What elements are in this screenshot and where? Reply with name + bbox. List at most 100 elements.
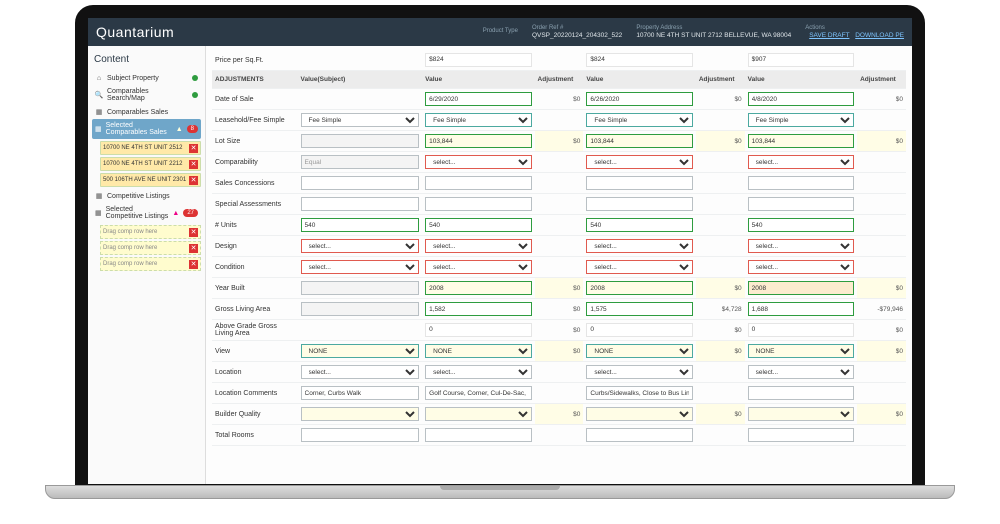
row-label: Condition [212, 257, 298, 278]
row-lot-size: Lot Size $0 $0 $0 [212, 131, 906, 152]
sidebar-item-selected-comp-listings[interactable]: ▦ Selected Competitive Listings ▲ 27 [92, 203, 201, 223]
design-select[interactable]: select... [425, 239, 531, 253]
leasehold-select[interactable]: Fee Simple [425, 113, 531, 127]
selected-comp-item[interactable]: 10700 NE 4TH ST UNIT 2512 ✕ [100, 141, 201, 155]
condition-select-subject[interactable]: select... [301, 260, 420, 274]
units-input[interactable] [425, 218, 531, 232]
selected-comp-item[interactable]: 500 106TH AVE NE UNIT 2301 ✕ [100, 173, 201, 187]
lot-size-input[interactable] [425, 134, 531, 148]
adjustment-cell: $0 [696, 320, 745, 341]
design-select-subject[interactable]: select... [301, 239, 420, 253]
drag-drop-slot[interactable]: Drag comp row here ✕ [100, 241, 201, 255]
leasehold-select[interactable]: Fee Simple [748, 113, 854, 127]
gla-input[interactable] [748, 302, 854, 316]
total-rooms-input[interactable] [748, 428, 854, 442]
year-subject [301, 281, 420, 295]
header-value: Value [745, 71, 857, 89]
total-rooms-input[interactable] [425, 428, 531, 442]
special-assess-input[interactable] [301, 197, 420, 211]
adjustment-cell: $4,728 [696, 299, 745, 320]
location-select[interactable]: select... [748, 365, 854, 379]
view-select[interactable]: NONE [748, 344, 854, 358]
gla-input[interactable] [425, 302, 531, 316]
location-comments-input[interactable] [586, 386, 692, 400]
units-input[interactable] [586, 218, 692, 232]
drag-drop-slot[interactable]: Drag comp row here ✕ [100, 257, 201, 271]
row-label: Leasehold/Fee Simple [212, 110, 298, 131]
leasehold-select-subject[interactable]: Fee Simple [301, 113, 420, 127]
sales-concessions-input[interactable] [748, 176, 854, 190]
adjustment-cell: $0 [535, 131, 584, 152]
units-input[interactable] [748, 218, 854, 232]
special-assess-input[interactable] [425, 197, 531, 211]
date-input[interactable] [586, 92, 692, 106]
location-select-subject[interactable]: select... [301, 365, 420, 379]
brand-logo: QQuantariumuantarium [96, 24, 174, 40]
remove-icon[interactable]: ✕ [189, 160, 198, 169]
condition-select[interactable]: select... [586, 260, 692, 274]
total-rooms-input[interactable] [586, 428, 692, 442]
top-product-type: Product Type [483, 28, 518, 35]
year-input[interactable] [586, 281, 692, 295]
save-draft-link[interactable]: SAVE DRAFT [809, 32, 849, 39]
row-label: Comparability [212, 152, 298, 173]
gla-input[interactable] [586, 302, 692, 316]
comparability-select[interactable]: select... [748, 155, 854, 169]
year-input[interactable] [748, 281, 854, 295]
design-select[interactable]: select... [748, 239, 854, 253]
date-input[interactable] [425, 92, 531, 106]
condition-select[interactable]: select... [425, 260, 531, 274]
special-assess-input[interactable] [586, 197, 692, 211]
leasehold-select[interactable]: Fee Simple [586, 113, 692, 127]
remove-icon[interactable]: ✕ [189, 228, 198, 237]
condition-select[interactable]: select... [748, 260, 854, 274]
sidebar-item-subject-property[interactable]: ⌂ Subject Property [92, 71, 201, 85]
remove-icon[interactable]: ✕ [189, 176, 198, 185]
sidebar-item-comparables-search[interactable]: 🔍 Comparables Search/Map [92, 85, 201, 105]
adjustment-cell: $0 [857, 404, 906, 425]
view-select[interactable]: NONE [425, 344, 531, 358]
date-input[interactable] [748, 92, 854, 106]
sales-concessions-input[interactable] [586, 176, 692, 190]
location-comments-input-subject[interactable] [301, 386, 420, 400]
location-select[interactable]: select... [425, 365, 531, 379]
remove-icon[interactable]: ✕ [189, 144, 198, 153]
design-select[interactable]: select... [586, 239, 692, 253]
drag-drop-slot[interactable]: Drag comp row here ✕ [100, 225, 201, 239]
units-input-subject[interactable] [301, 218, 420, 232]
value-cell: 0 [748, 323, 854, 337]
view-select-subject[interactable]: NONE [301, 344, 420, 358]
remove-icon[interactable]: ✕ [189, 260, 198, 269]
sidebar-item-selected-comp-sales[interactable]: ▦ Selected Comparables Sales ▲ 8 [92, 119, 201, 139]
special-assess-input[interactable] [748, 197, 854, 211]
search-icon: 🔍 [95, 91, 103, 99]
sidebar-item-competitive-listings[interactable]: ▦ Competitive Listings [92, 189, 201, 203]
year-input[interactable] [425, 281, 531, 295]
lot-size-input[interactable] [586, 134, 692, 148]
selected-comp-item[interactable]: 10700 NE 4TH ST UNIT 2212 ✕ [100, 157, 201, 171]
sales-concessions-input[interactable] [425, 176, 531, 190]
header-adjustment: Adjustment [696, 71, 745, 89]
location-select[interactable]: select... [586, 365, 692, 379]
remove-icon[interactable]: ✕ [189, 244, 198, 253]
download-link[interactable]: DOWNLOAD PE [855, 32, 904, 39]
row-builder-quality: Builder Quality $0 $0 $0 [212, 404, 906, 425]
builder-select[interactable] [748, 407, 854, 421]
comparability-select[interactable]: select... [586, 155, 692, 169]
row-units: # Units [212, 215, 906, 236]
total-rooms-input[interactable] [301, 428, 420, 442]
grid-icon: ▦ [95, 209, 102, 217]
row-label: Year Built [212, 278, 298, 299]
sidebar-item-comparable-sales[interactable]: ▦ Comparables Sales [92, 105, 201, 119]
view-select[interactable]: NONE [586, 344, 692, 358]
sales-concessions-input[interactable] [301, 176, 420, 190]
location-comments-input[interactable] [425, 386, 531, 400]
sidebar-item-label: Selected Comparables Sales [106, 122, 172, 136]
row-label: Price per Sq.Ft. [212, 50, 298, 71]
comparability-select[interactable]: select... [425, 155, 531, 169]
builder-select[interactable] [425, 407, 531, 421]
lot-size-input[interactable] [748, 134, 854, 148]
builder-select[interactable] [586, 407, 692, 421]
location-comments-input[interactable] [748, 386, 854, 400]
builder-select-subject[interactable] [301, 407, 420, 421]
